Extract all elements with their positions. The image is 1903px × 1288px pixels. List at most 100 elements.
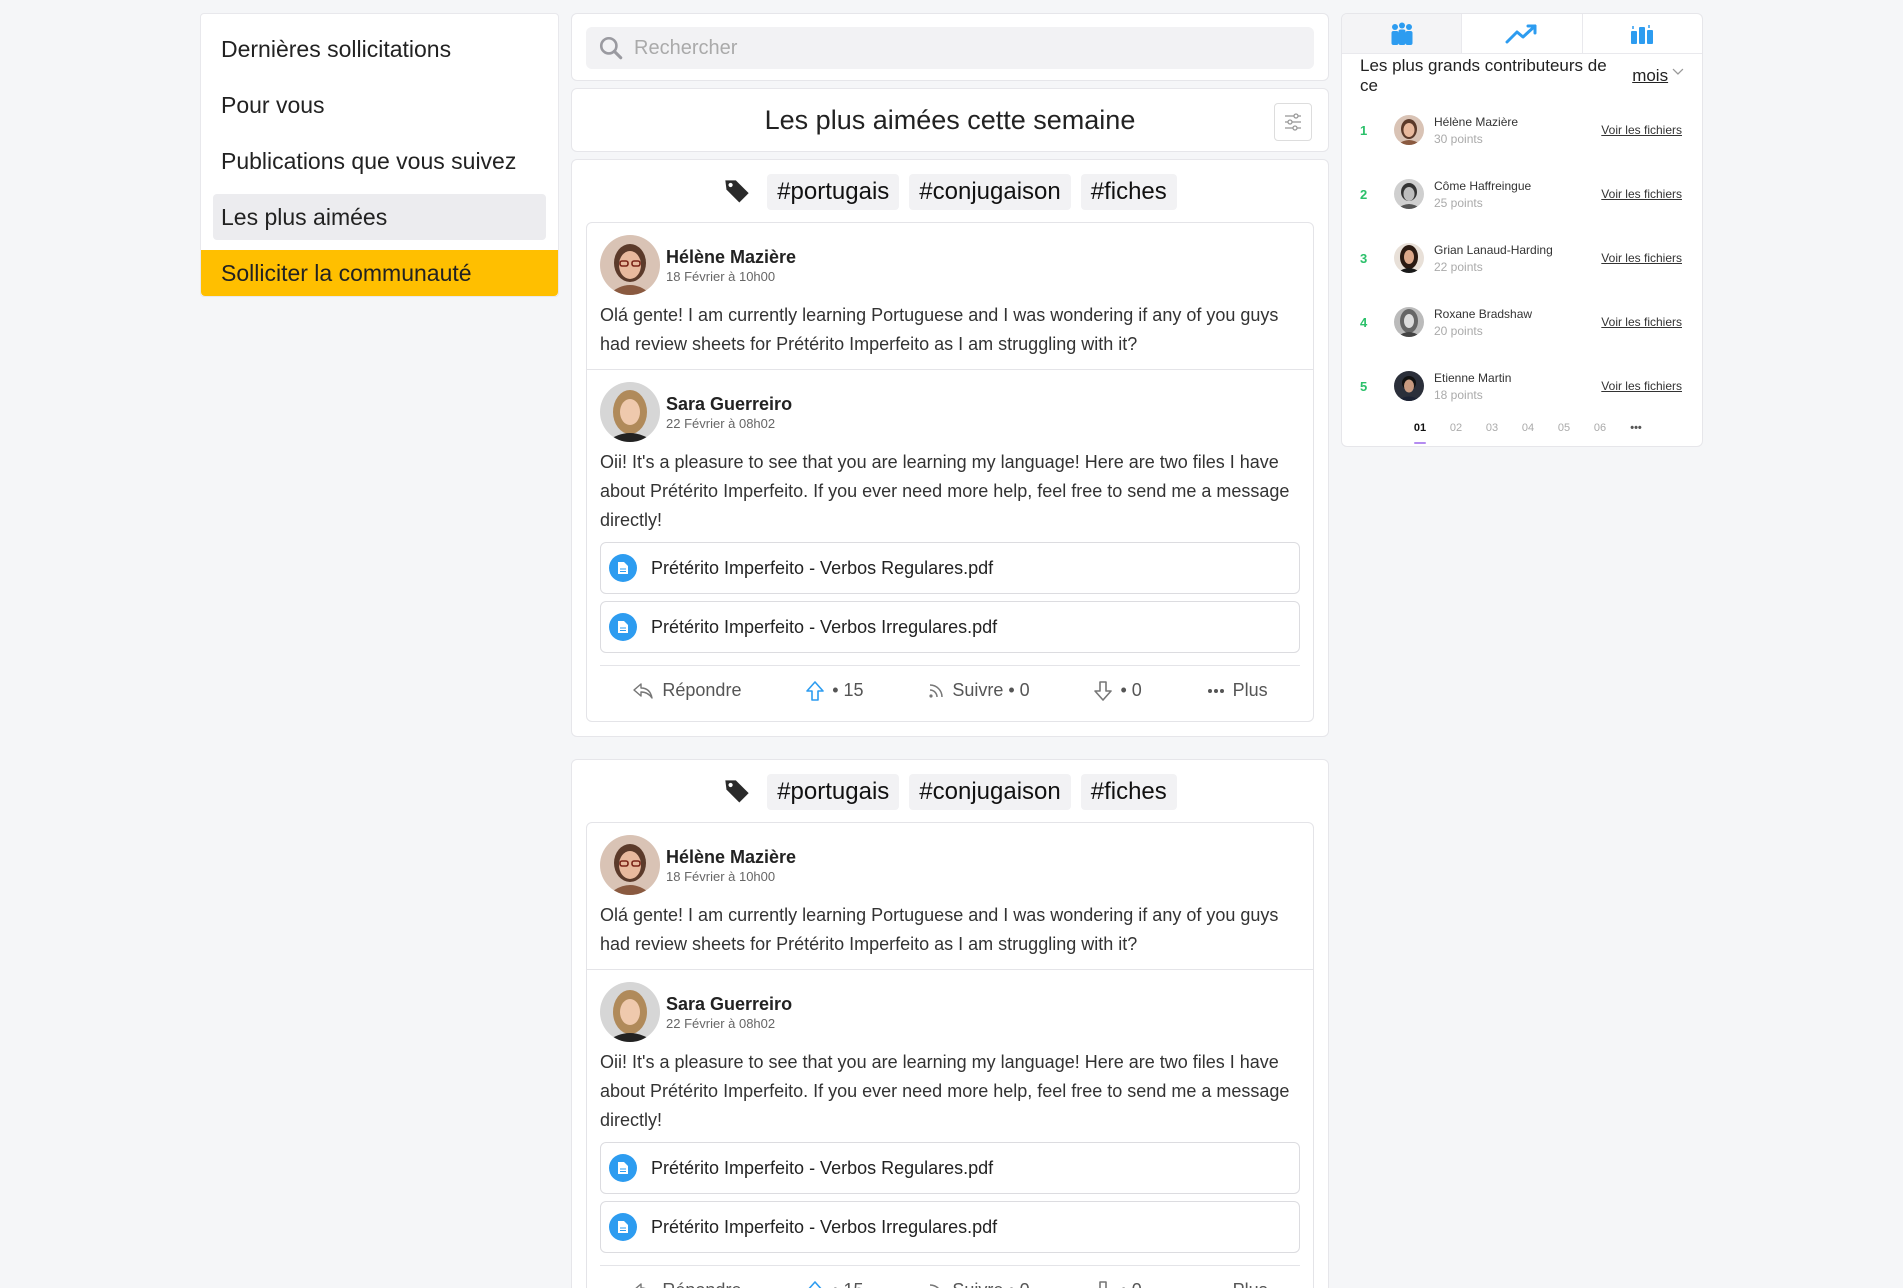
arrow-down-icon xyxy=(1094,680,1113,701)
tag-icon xyxy=(725,780,749,803)
author-block: Hélène Mazière 18 Février à 10h00 xyxy=(600,235,1300,295)
avatar[interactable] xyxy=(600,835,660,895)
author-name[interactable]: Sara Guerreiro xyxy=(666,394,792,415)
tag-chip[interactable]: #portugais xyxy=(767,174,900,210)
reply-icon xyxy=(633,682,654,699)
question-message: Hélène Mazière 18 Février à 10h00 Olá ge… xyxy=(587,823,1313,969)
author-name[interactable]: Sara Guerreiro xyxy=(666,994,792,1015)
post-actions: Répondre • 15 Suivre • 0 • 0 xyxy=(600,1265,1300,1288)
file-attachment[interactable]: Prétérito Imperfeito - Verbos Irregulare… xyxy=(600,1201,1300,1253)
page-more[interactable]: ••• xyxy=(1618,422,1654,444)
page-3[interactable]: 03 xyxy=(1474,422,1510,444)
file-attachment[interactable]: Prétérito Imperfeito - Verbos Irregulare… xyxy=(600,601,1300,653)
period-select[interactable]: mois xyxy=(1632,66,1668,86)
page-6[interactable]: 06 xyxy=(1582,422,1618,444)
document-icon xyxy=(609,613,637,641)
document-icon xyxy=(609,554,637,582)
nav-item-followed[interactable]: Publications que vous suivez xyxy=(213,138,546,184)
nav-item-latest[interactable]: Dernières sollicitations xyxy=(213,26,546,72)
search-box xyxy=(586,27,1314,69)
tag-chip[interactable]: #conjugaison xyxy=(909,774,1071,810)
author-name[interactable]: Hélène Mazière xyxy=(666,247,796,268)
pagination: 01 02 03 04 05 06 ••• xyxy=(1342,422,1702,444)
avatar[interactable] xyxy=(600,382,660,442)
people-icon xyxy=(1391,22,1413,45)
answer-message: Sara Guerreiro 22 Février à 08h02 Oii! I… xyxy=(587,969,1313,1288)
view-files-link[interactable]: Voir les fichiers xyxy=(1601,379,1682,393)
contributors-title: Les plus grands contributeurs de ce mois xyxy=(1342,54,1702,98)
contributor-name: Etienne Martin xyxy=(1434,370,1512,385)
trending-up-icon xyxy=(1505,24,1537,43)
search-input[interactable] xyxy=(634,36,1234,60)
tab-trending[interactable] xyxy=(1462,14,1583,54)
message-text: Olá gente! I am currently learning Portu… xyxy=(600,905,1279,954)
more-button[interactable]: Plus xyxy=(1207,1280,1268,1288)
nav-item-for-you[interactable]: Pour vous xyxy=(213,82,546,128)
page-1[interactable]: 01 xyxy=(1402,422,1438,444)
file-attachment[interactable]: Prétérito Imperfeito - Verbos Regulares.… xyxy=(600,1142,1300,1194)
contributor-points: 25 points xyxy=(1434,195,1483,210)
author-block: Hélène Mazière 18 Février à 10h00 xyxy=(600,835,1300,895)
page-title: Les plus aimées cette semaine xyxy=(764,104,1136,135)
reply-button[interactable]: Répondre xyxy=(632,1280,741,1288)
contributor-points: 30 points xyxy=(1434,131,1483,146)
follow-button[interactable]: Suivre • 0 xyxy=(928,680,1030,701)
downvote-count: • 0 xyxy=(1120,680,1142,700)
message-text: Olá gente! I am currently learning Portu… xyxy=(600,305,1279,354)
author-name[interactable]: Hélène Mazière xyxy=(666,847,796,868)
avatar[interactable] xyxy=(600,235,660,295)
file-attachment[interactable]: Prétérito Imperfeito - Verbos Regulares.… xyxy=(600,542,1300,594)
upvote-button[interactable]: • 15 xyxy=(806,680,864,701)
tag-chip[interactable]: #fiches xyxy=(1080,174,1177,210)
post-date: 22 Février à 08h02 xyxy=(666,1015,776,1031)
avatar[interactable] xyxy=(1394,307,1424,337)
nav-item-most-liked[interactable]: Les plus aimées xyxy=(213,194,546,240)
view-files-link[interactable]: Voir les fichiers xyxy=(1601,187,1682,201)
chevron-down-icon[interactable] xyxy=(1672,68,1684,76)
more-label: Plus xyxy=(1233,1280,1268,1288)
downvote-button[interactable]: • 0 xyxy=(1094,1280,1142,1288)
upvote-button[interactable]: • 15 xyxy=(806,1280,864,1288)
more-button[interactable]: Plus xyxy=(1207,680,1268,701)
downvote-button[interactable]: • 0 xyxy=(1094,680,1142,701)
avatar[interactable] xyxy=(1394,243,1424,273)
tab-people-ranking[interactable] xyxy=(1342,14,1463,54)
contributor-points: 18 points xyxy=(1434,387,1483,402)
avatar[interactable] xyxy=(600,982,660,1042)
ask-community-button[interactable]: Solliciter la communauté xyxy=(201,250,558,296)
bars-icon xyxy=(1631,24,1654,44)
tag-chip[interactable]: #conjugaison xyxy=(909,174,1071,210)
view-files-link[interactable]: Voir les fichiers xyxy=(1601,315,1682,329)
feed-column: Les plus aimées cette semaine #portugais… xyxy=(571,13,1329,1288)
arrow-up-icon xyxy=(808,1280,823,1288)
question-message: Hélène Mazière 18 Février à 10h00 Olá ge… xyxy=(587,223,1313,369)
view-files-link[interactable]: Voir les fichiers xyxy=(1601,251,1682,265)
message-text: Oii! It's a pleasure to see that you are… xyxy=(600,452,1290,530)
answer-message: Sara Guerreiro 22 Février à 08h02 Oii! I… xyxy=(587,369,1313,721)
avatar[interactable] xyxy=(1394,115,1424,145)
file-name: Prétérito Imperfeito - Verbos Irregulare… xyxy=(651,1216,998,1237)
contributor-points: 22 points xyxy=(1434,259,1483,274)
follow-button[interactable]: Suivre • 0 xyxy=(928,1280,1030,1288)
avatar[interactable] xyxy=(1394,179,1424,209)
page-2[interactable]: 02 xyxy=(1438,422,1474,444)
tab-files-ranking[interactable] xyxy=(1582,14,1702,54)
page-5[interactable]: 05 xyxy=(1546,422,1582,444)
left-nav: Dernières sollicitations Pour vous Publi… xyxy=(200,13,559,297)
more-label: Plus xyxy=(1232,680,1268,700)
page-4[interactable]: 04 xyxy=(1510,422,1546,444)
document-icon xyxy=(609,1213,637,1241)
arrow-up-icon xyxy=(806,680,825,701)
post-card: #portugais #conjugaison #fiches Hélène M… xyxy=(571,759,1329,1288)
tag-chip[interactable]: #portugais xyxy=(767,774,900,810)
avatar[interactable] xyxy=(1394,371,1424,401)
contributor-row: 2 Côme Haffreingue 25 points Voir les fic… xyxy=(1342,162,1702,226)
reply-button[interactable]: Répondre xyxy=(632,680,741,701)
view-files-link[interactable]: Voir les fichiers xyxy=(1601,123,1682,137)
feed-heading: Les plus aimées cette semaine xyxy=(571,88,1329,152)
tag-chip[interactable]: #fiches xyxy=(1080,774,1177,810)
filter-button[interactable] xyxy=(1274,103,1312,141)
file-name: Prétérito Imperfeito - Verbos Regulares.… xyxy=(651,557,994,578)
contributor-rank: 5 xyxy=(1360,378,1368,394)
search-icon xyxy=(599,36,623,60)
